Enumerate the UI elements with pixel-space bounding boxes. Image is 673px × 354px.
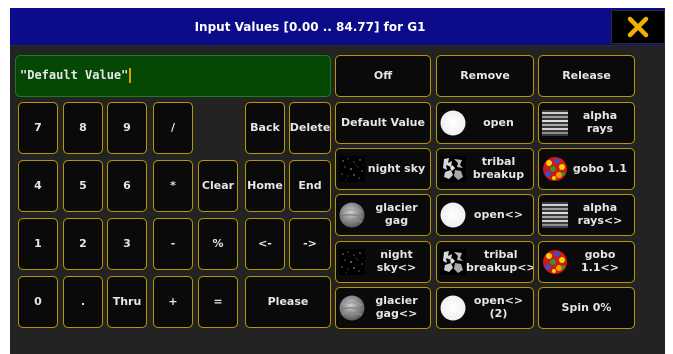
value-input-field[interactable]: "Default Value" <box>15 55 331 97</box>
close-x-icon <box>627 16 649 38</box>
open-circle-gobo-icon <box>440 110 466 136</box>
preset-label: glacier gag<> <box>375 294 418 320</box>
preset-label: glacier gag <box>375 201 418 227</box>
preset-gobo-1-1-cycle[interactable]: gobo 1.1<> <box>538 241 635 283</box>
preset-open[interactable]: open <box>436 102 534 144</box>
release-button[interactable]: Release <box>538 55 635 97</box>
preset-label: alpha rays<> <box>577 201 623 227</box>
preset-label: open<> (2) <box>473 294 524 320</box>
preset-label: tribal breakup <box>472 155 525 181</box>
preset-label: open<> <box>473 207 524 221</box>
tribal-gobo-icon <box>440 249 466 275</box>
input-values-window: Input Values [0.00 .. 84.77] for G1 "Def… <box>10 8 665 354</box>
preset-tribal-breakup-cycle[interactable]: tribal breakup<> <box>436 241 534 283</box>
preset-label: gobo 1.1 <box>572 161 628 175</box>
tribal-gobo-icon <box>440 156 466 182</box>
alpha-rays-gobo-icon <box>542 202 568 228</box>
preset-night-sky-cycle[interactable]: night sky<> <box>335 241 431 283</box>
preset-alpha-rays[interactable]: alpha rays <box>538 102 635 144</box>
preset-label: tribal breakup<> <box>466 248 534 274</box>
key-plus[interactable]: + <box>153 276 193 328</box>
value-input-text: "Default Value" <box>20 68 132 83</box>
back-button[interactable]: Back <box>245 102 285 154</box>
open-circle-gobo-icon <box>440 202 466 228</box>
preset-label: night sky<> <box>376 248 417 274</box>
night-sky-gobo-icon <box>339 249 365 275</box>
key-2[interactable]: 2 <box>63 218 103 270</box>
thru-button[interactable]: Thru <box>107 276 147 328</box>
preset-label: gobo 1.1<> <box>581 248 619 274</box>
preset-alpha-rays-cycle[interactable]: alpha rays<> <box>538 194 635 236</box>
please-button[interactable]: Please <box>245 276 331 328</box>
off-button[interactable]: Off <box>335 55 431 97</box>
key-0[interactable]: 0 <box>18 276 58 328</box>
key-3[interactable]: 3 <box>107 218 147 270</box>
night-sky-gobo-icon <box>339 156 365 182</box>
text-caret <box>129 68 132 83</box>
glacier-gobo-icon <box>339 295 365 321</box>
preset-default-value[interactable]: Default Value <box>335 102 431 144</box>
remove-button[interactable]: Remove <box>436 55 534 97</box>
cursor-right-button[interactable]: -> <box>289 218 331 270</box>
preset-glacier-gag[interactable]: glacier gag <box>335 194 431 236</box>
preset-open-cycle-2[interactable]: open<> (2) <box>436 287 534 329</box>
key-minus[interactable]: - <box>153 218 193 270</box>
key-5[interactable]: 5 <box>63 160 103 212</box>
key-equals[interactable]: = <box>198 276 238 328</box>
preset-tribal-breakup[interactable]: tribal breakup <box>436 148 534 190</box>
key-1[interactable]: 1 <box>18 218 58 270</box>
key-percent[interactable]: % <box>198 218 238 270</box>
key-8[interactable]: 8 <box>63 102 103 154</box>
cursor-left-button[interactable]: <- <box>245 218 285 270</box>
clear-button[interactable]: Clear <box>198 160 238 212</box>
key-7[interactable]: 7 <box>18 102 58 154</box>
key-multiply[interactable]: * <box>153 160 193 212</box>
preset-glacier-gag-cycle[interactable]: glacier gag<> <box>335 287 431 329</box>
alpha-rays-gobo-icon <box>542 110 568 136</box>
delete-button[interactable]: Delete <box>289 102 331 154</box>
key-9[interactable]: 9 <box>107 102 147 154</box>
home-button[interactable]: Home <box>245 160 285 212</box>
title-bar: Input Values [0.00 .. 84.77] for G1 <box>10 8 665 46</box>
glacier-gobo-icon <box>339 202 365 228</box>
key-4[interactable]: 4 <box>18 160 58 212</box>
preset-label: night sky <box>367 161 426 175</box>
key-6[interactable]: 6 <box>107 160 147 212</box>
preset-night-sky[interactable]: night sky <box>335 148 431 190</box>
end-button[interactable]: End <box>289 160 331 212</box>
preset-gobo-1-1[interactable]: gobo 1.1 <box>538 148 635 190</box>
key-dot[interactable]: . <box>63 276 103 328</box>
open-circle-gobo-icon <box>440 295 466 321</box>
preset-spin-0[interactable]: Spin 0% <box>538 287 635 329</box>
close-button[interactable] <box>611 10 665 44</box>
color-dots-gobo-icon <box>542 249 568 275</box>
preset-label: alpha rays <box>582 109 618 135</box>
window-title: Input Values [0.00 .. 84.77] for G1 <box>194 20 426 34</box>
key-divide[interactable]: / <box>153 102 193 154</box>
preset-open-cycle[interactable]: open<> <box>436 194 534 236</box>
preset-label: open <box>483 115 514 129</box>
color-dots-gobo-icon <box>542 156 568 182</box>
